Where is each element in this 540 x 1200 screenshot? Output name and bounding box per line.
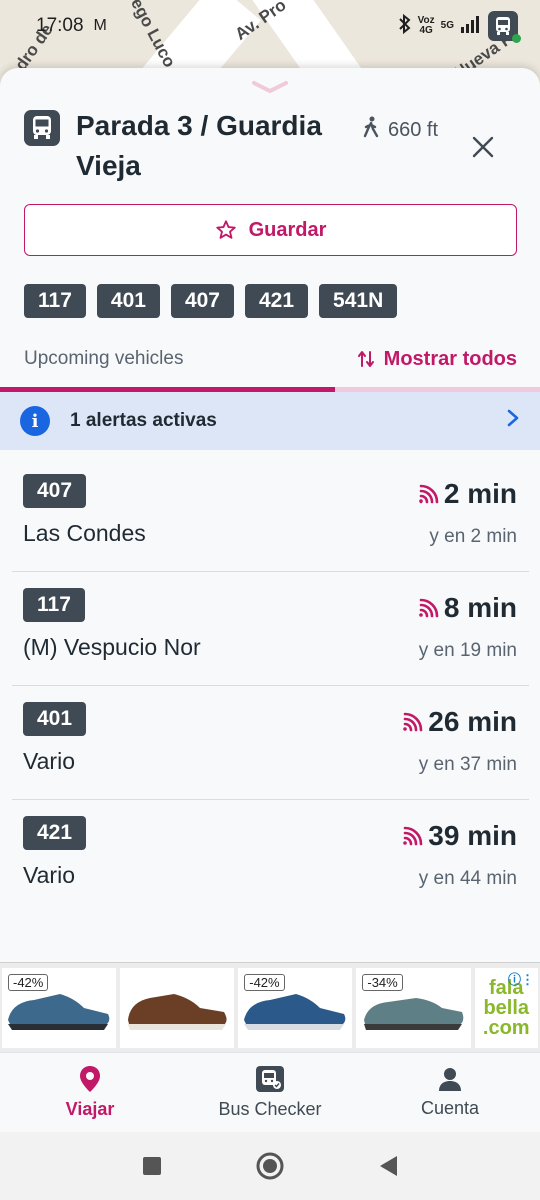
nav-label: Cuenta [420,1098,480,1118]
status-time: 17:08 [36,15,84,36]
gmail-icon: M [93,17,107,34]
nav-label: Bus Checker [218,1099,322,1119]
bluetooth-icon [398,13,412,38]
realtime-signal-icon [419,598,439,618]
bus-stop-icon [24,110,60,146]
arrivals-list: 407 Las Condes 2 min y en 2 min 117 (M) … [12,458,529,914]
route-chip[interactable]: 117 [24,284,86,318]
realtime-signal-icon [403,712,423,732]
arrival-destination: Vario [23,862,75,888]
arrival-next: y en 2 min [429,526,517,547]
upcoming-label: Upcoming vehicles [24,348,184,369]
realtime-signal-icon [419,484,439,504]
route-chip[interactable]: 401 [96,284,160,318]
bus-checker-icon [256,1066,284,1092]
notification-dot [512,34,521,43]
route-chip[interactable]: 407 [170,284,234,318]
arrival-route-chip: 117 [23,588,85,622]
route-chip[interactable]: 421 [244,284,309,318]
arrival-route-chip: 401 [23,702,87,736]
discount-badge: -34% [362,973,403,991]
show-all-label: Mostrar todos [383,347,517,370]
recents-button[interactable] [137,1151,167,1181]
chevron-right-icon [506,407,520,435]
show-all-button[interactable]: Mostrar todos [357,347,517,371]
shoe-image [128,993,227,1030]
arrival-next: y en 37 min [418,754,517,775]
arrival-route-chip: 421 [23,816,87,850]
stop-title: Parada 3 / Guardia Vieja [76,110,322,181]
walking-icon [362,116,380,144]
arrival-eta: 2 min [418,478,517,510]
system-navigation [0,1132,540,1200]
account-icon [439,1068,461,1091]
ad-product[interactable]: -42% [2,967,117,1048]
ad-product[interactable]: -34% [356,967,471,1048]
sort-icon [357,351,374,367]
arrival-row[interactable]: 407 Las Condes 2 min y en 2 min [12,458,529,572]
ad-banner[interactable]: -42% -42% -34% ⓘ⋮ fala bella .com [0,962,540,1052]
arrival-destination: Vario [23,748,75,774]
arrival-row[interactable]: 421 Vario 39 min y en 44 min [12,800,529,914]
eta-value: 26 min [428,706,517,737]
arrival-destination: Las Condes [23,520,146,546]
save-stop-button[interactable]: Guardar [24,204,517,256]
route-list: 117 401 407 421 541N [24,284,398,318]
back-triangle-icon [380,1156,397,1176]
discount-badge: -42% [244,973,285,991]
info-icon: i [20,406,50,436]
discount-badge: -42% [8,973,49,991]
arrival-row[interactable]: 117 (M) Vespucio Nor 8 min y en 19 min [12,572,529,686]
network-type: Voz 4G [417,15,435,36]
sheet-handle[interactable] [250,80,290,94]
eta-value: 8 min [443,592,517,623]
arrival-eta: 39 min [402,820,517,852]
shoe-image [8,993,110,1030]
alerts-banner[interactable]: i 1 alertas activas [0,392,540,450]
arrival-eta: 8 min [418,592,517,624]
status-bar: 17:08 M Voz 4G 5G [0,0,540,52]
signal-icon [460,15,482,37]
walk-distance: 660 ft [362,116,438,144]
arrival-next: y en 19 min [418,640,517,661]
route-chip[interactable]: 541N [319,284,398,318]
arrival-destination: (M) Vespucio Nor [23,634,201,660]
stop-details-sheet: Parada 3 / Guardia Vieja 660 ft Guardar … [0,68,540,962]
ad-info-icon[interactable]: ⓘ⋮ [508,970,534,990]
eta-value: 39 min [428,820,517,851]
network-5g: 5G [440,20,454,31]
bottom-navigation: Viajar Bus Checker Cuenta [0,1052,540,1132]
shoe-image [244,993,346,1030]
home-button[interactable] [255,1151,285,1181]
nav-viajar[interactable]: Viajar [0,1053,180,1132]
square-icon [143,1157,161,1175]
ad-product[interactable]: -42% [238,967,353,1048]
advertiser-logo[interactable]: ⓘ⋮ fala bella .com [474,967,539,1048]
ad-product[interactable] [120,967,235,1048]
shoe-image [364,997,464,1030]
nav-bus-checker[interactable]: Bus Checker [180,1053,360,1132]
upcoming-header: Upcoming vehicles Mostrar todos [24,344,517,374]
eta-value: 2 min [443,478,517,509]
arrival-row[interactable]: 401 Vario 26 min y en 37 min [12,686,529,800]
stop-header: Parada 3 / Guardia Vieja 660 ft [24,110,524,190]
close-button[interactable] [468,132,498,162]
alerts-text: 1 alertas activas [70,410,217,431]
arrival-next: y en 44 min [418,868,517,889]
location-pin-icon [80,1066,100,1092]
nav-label: Viajar [65,1099,115,1119]
save-label: Guardar [248,218,327,241]
arrival-route-chip: 407 [23,474,87,508]
bus-app-notification-icon [488,11,521,43]
home-circle-icon [256,1152,284,1180]
walk-distance-value: 660 ft [388,118,439,141]
arrival-eta: 26 min [402,706,517,738]
realtime-signal-icon [403,826,423,846]
close-icon [472,136,494,158]
nav-cuenta[interactable]: Cuenta [360,1053,540,1132]
star-icon [215,220,236,239]
back-button[interactable] [373,1151,403,1181]
